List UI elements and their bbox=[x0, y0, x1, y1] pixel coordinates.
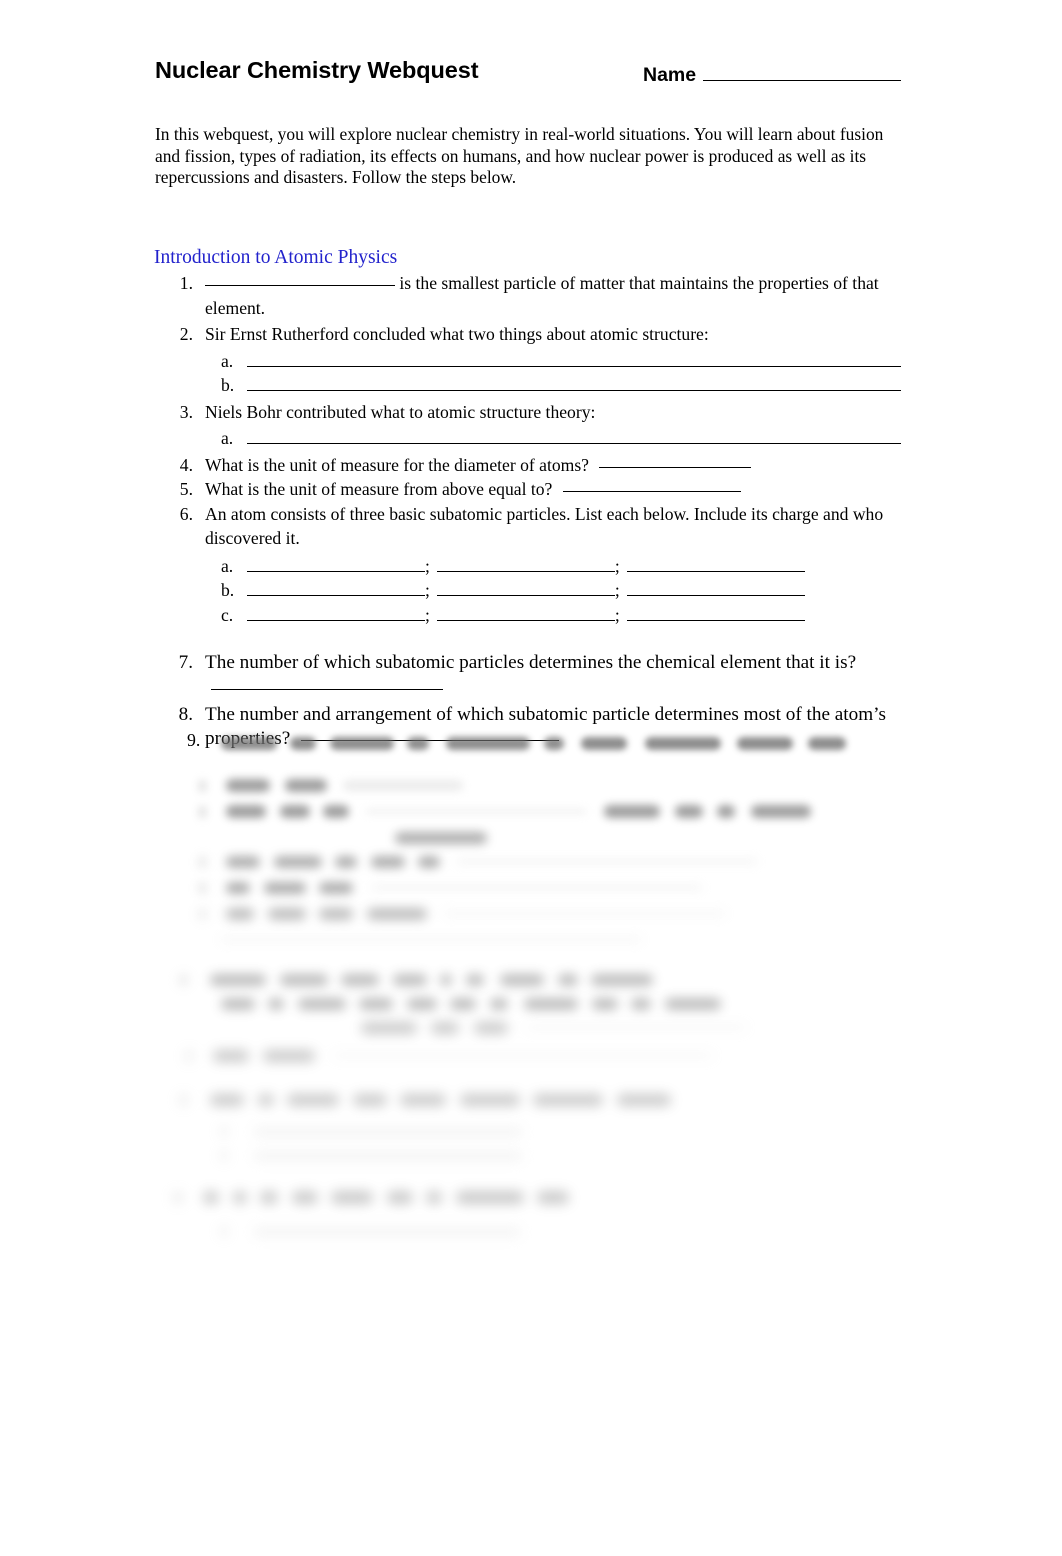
question-text: Niels Bohr contributed what to atomic st… bbox=[205, 401, 596, 422]
illegible-content-region: 9. bbox=[155, 726, 917, 1246]
answer-blank[interactable] bbox=[626, 607, 805, 621]
illegible-text-line bbox=[199, 874, 702, 899]
question-number: 9. bbox=[187, 730, 201, 750]
question-number: 8. bbox=[178, 703, 193, 725]
illegible-text-line bbox=[361, 1014, 747, 1039]
illegible-text-line bbox=[173, 1184, 570, 1209]
sub-item-marker: a. bbox=[221, 428, 234, 448]
sub-item-marker: b. bbox=[221, 375, 235, 395]
question-text: The number of which subatomic particles … bbox=[205, 652, 857, 673]
separator: ; bbox=[425, 580, 430, 600]
sub-item-body bbox=[241, 377, 915, 391]
sub-item: c. ; ; bbox=[221, 603, 915, 628]
question-item: 6. An atom consists of three basic subat… bbox=[155, 502, 915, 551]
name-blank-line[interactable] bbox=[703, 65, 902, 81]
question-item: 5. What is the unit of measure from abov… bbox=[155, 477, 915, 502]
intro-paragraph: In this webquest, you will explore nucle… bbox=[155, 124, 884, 187]
illegible-text-line bbox=[395, 824, 487, 849]
question-item: 2. Sir Ernst Rutherford concluded what t… bbox=[155, 322, 915, 347]
sub-item: b. bbox=[221, 373, 915, 398]
question-number: 4. bbox=[179, 454, 193, 475]
question-body: What is the unit of measure from above e… bbox=[205, 477, 915, 502]
answer-blank[interactable] bbox=[626, 582, 805, 596]
sub-item: b. ; ; bbox=[221, 578, 915, 603]
page-title: Nuclear Chemistry Webquest bbox=[155, 57, 479, 83]
question-number: 5. bbox=[179, 479, 193, 499]
question-item: 3. Niels Bohr contributed what to atomic… bbox=[155, 400, 915, 425]
question-item: 7. The number of which subatomic particl… bbox=[155, 651, 915, 701]
sub-item: a. bbox=[221, 426, 915, 451]
question-text: What is the unit of measure from above e… bbox=[205, 479, 553, 499]
question-text: Sir Ernst Rutherford concluded what two … bbox=[205, 324, 709, 344]
sub-item-marker: a. bbox=[221, 555, 234, 576]
question-number: 3. bbox=[179, 401, 193, 422]
illegible-text-line bbox=[221, 1218, 522, 1243]
illegible-text-line bbox=[221, 1142, 524, 1167]
answer-blank[interactable] bbox=[436, 607, 615, 621]
sub-item-body bbox=[241, 430, 915, 444]
separator: ; bbox=[614, 604, 620, 625]
document-page: Nuclear Chemistry Webquest Name In this … bbox=[0, 0, 1062, 1556]
illegible-text-line bbox=[179, 966, 654, 991]
sub-item: a. ; ; bbox=[221, 554, 915, 579]
question-text: What is the unit of measure for the diam… bbox=[205, 454, 589, 475]
illegible-text-line bbox=[221, 926, 641, 951]
question-body: The number of which subatomic particles … bbox=[205, 651, 915, 701]
question-number: 2. bbox=[179, 324, 193, 344]
separator: ; bbox=[614, 580, 620, 600]
question-body: is the smallest particle of matter that … bbox=[205, 271, 915, 320]
question-item: 1. is the smallest particle of matter th… bbox=[155, 271, 915, 320]
document-header: Nuclear Chemistry Webquest Name bbox=[155, 57, 907, 97]
question-number: 7. bbox=[178, 652, 193, 673]
sub-item-body: ; ; bbox=[241, 578, 915, 603]
question-number: 1. bbox=[179, 273, 193, 293]
section-heading-introduction-to-atomic-physics[interactable]: Introduction to Atomic Physics bbox=[154, 247, 397, 269]
answer-blank[interactable] bbox=[247, 607, 425, 621]
sub-item-body bbox=[241, 353, 915, 367]
answer-blank[interactable] bbox=[211, 676, 443, 690]
name-field-group: Name bbox=[643, 64, 902, 87]
question-list: 1. is the smallest particle of matter th… bbox=[155, 271, 915, 752]
sub-item-marker: c. bbox=[221, 604, 234, 625]
name-label: Name bbox=[643, 64, 697, 86]
sub-item-body: ; ; bbox=[241, 603, 915, 628]
answer-blank[interactable] bbox=[247, 430, 901, 444]
answer-blank[interactable] bbox=[626, 558, 805, 572]
sub-item: a. bbox=[221, 349, 915, 374]
question-body: What is the unit of measure for the diam… bbox=[205, 453, 915, 478]
answer-blank[interactable] bbox=[436, 558, 615, 572]
separator: ; bbox=[425, 604, 430, 625]
sub-item-body: ; ; bbox=[241, 554, 915, 579]
answer-blank[interactable] bbox=[247, 377, 901, 391]
answer-blank[interactable] bbox=[205, 272, 395, 286]
illegible-text-line bbox=[179, 1086, 671, 1111]
sub-item-marker: b. bbox=[221, 580, 235, 600]
answer-blank[interactable] bbox=[562, 478, 741, 492]
question-item: 4. What is the unit of measure for the d… bbox=[155, 453, 915, 478]
question-text: An atom consists of three basic subatomi… bbox=[205, 503, 884, 549]
illegible-text-line bbox=[221, 730, 847, 755]
illegible-text-line bbox=[199, 772, 464, 797]
illegible-text-line bbox=[199, 848, 757, 873]
illegible-text-line bbox=[199, 900, 726, 925]
separator: ; bbox=[425, 555, 430, 576]
answer-blank[interactable] bbox=[599, 454, 752, 468]
answer-blank[interactable] bbox=[247, 353, 901, 367]
answer-blank[interactable] bbox=[436, 582, 615, 596]
illegible-text-line bbox=[221, 1118, 524, 1143]
illegible-text-line bbox=[185, 1042, 714, 1067]
illegible-text-line bbox=[221, 990, 721, 1015]
illegible-text-line bbox=[199, 798, 811, 823]
sub-item-marker: a. bbox=[221, 350, 234, 371]
question-number: 6. bbox=[179, 503, 193, 524]
separator: ; bbox=[614, 555, 620, 576]
answer-blank[interactable] bbox=[247, 582, 425, 596]
answer-blank[interactable] bbox=[247, 558, 425, 572]
